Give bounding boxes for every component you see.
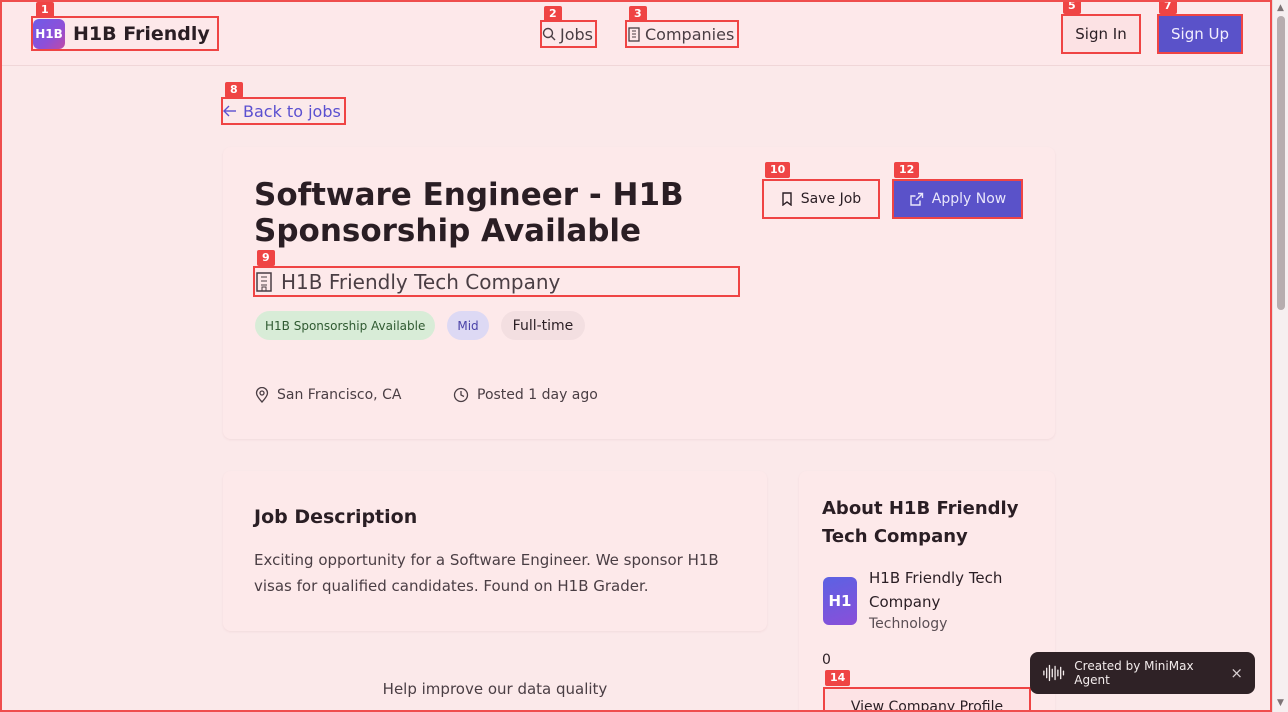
save-job-button[interactable]: Save Job (762, 179, 880, 219)
map-pin-icon (255, 387, 269, 403)
page-scrollbar[interactable]: ▲ ▼ (1272, 0, 1288, 712)
scroll-down-icon[interactable]: ▼ (1277, 698, 1284, 708)
arrow-left-icon (223, 105, 236, 117)
back-to-jobs-label: Back to jobs (243, 101, 341, 121)
sponsorship-tag: H1B Sponsorship Available (255, 311, 436, 340)
level-tag: Mid (447, 311, 489, 340)
external-link-icon (910, 192, 923, 206)
about-heading: About H1B Friendly Tech Company (822, 498, 1019, 547)
employment-type-tag: Full-time (500, 311, 586, 340)
marker-badge: 1 (36, 2, 54, 18)
job-tags: H1B Sponsorship Available Mid Full-time (255, 311, 586, 340)
company-about-card: About H1B Friendly Tech Company H1 H1B F… (799, 471, 1055, 710)
location-text: San Francisco, CA (277, 387, 402, 403)
marker-badge: 10 (765, 162, 791, 178)
waveform-icon (1043, 664, 1065, 682)
company-avatar: H1 (823, 577, 857, 625)
logo-link[interactable]: H1B H1B Friendly (31, 16, 219, 51)
search-icon (542, 27, 556, 41)
nav-jobs-link[interactable]: Jobs (540, 20, 597, 48)
logo-mark: H1B (33, 18, 65, 49)
top-navbar: H1B H1B Friendly 1 Jobs 2 Companies 3 Si… (2, 2, 1270, 66)
marker-badge: 8 (225, 82, 243, 98)
job-title: Software Engineer - H1B Sponsorship Avai… (254, 177, 684, 249)
marker-badge: 14 (825, 670, 851, 686)
scroll-thumb[interactable] (1277, 16, 1285, 310)
description-heading: Job Description (254, 506, 418, 528)
marker-badge: 3 (629, 6, 647, 22)
toast-text: Created by MiniMax Agent (1074, 659, 1194, 687)
company-name-text: H1B Friendly Tech Company (869, 569, 1003, 611)
marker-badge: 2 (544, 6, 562, 22)
clock-icon (453, 387, 469, 403)
company-job-count: 0 (822, 652, 831, 668)
job-description-card: Job Description Exciting opportunity for… (223, 471, 767, 631)
company-industry: Technology (869, 616, 948, 632)
description-text: Exciting opportunity for a Software Engi… (254, 551, 719, 595)
marker-badge: 9 (257, 250, 275, 266)
job-posted-date: Posted 1 day ago (453, 387, 598, 403)
apply-now-button[interactable]: Apply Now (892, 179, 1023, 219)
posted-text: Posted 1 day ago (477, 387, 598, 403)
nav-jobs-label: Jobs (560, 24, 593, 44)
marker-badge: 5 (1063, 2, 1081, 14)
page-viewport: H1B H1B Friendly 1 Jobs 2 Companies 3 Si… (0, 0, 1272, 712)
company-name-link[interactable]: H1B Friendly Tech Company (253, 266, 740, 297)
marker-badge: 7 (1159, 2, 1177, 14)
nav-companies-link[interactable]: Companies (625, 20, 739, 48)
data-quality-prompt: Help improve our data quality (382, 680, 608, 698)
sign-in-button[interactable]: Sign In (1061, 14, 1141, 54)
agent-toast: Created by MiniMax Agent × (1030, 652, 1255, 694)
save-job-label: Save Job (800, 191, 862, 207)
apply-now-label: Apply Now (931, 191, 1007, 207)
logo-text: H1B Friendly (73, 22, 210, 45)
close-icon[interactable]: × (1230, 664, 1243, 682)
back-to-jobs-link[interactable]: Back to jobs (221, 97, 346, 125)
building-icon (256, 271, 272, 292)
building-icon (628, 26, 640, 42)
marker-badge: 12 (894, 162, 920, 178)
job-location: San Francisco, CA (255, 387, 401, 403)
nav-companies-label: Companies (645, 24, 735, 44)
company-name: H1B Friendly Tech Company (281, 269, 561, 294)
sign-up-button[interactable]: Sign Up (1157, 14, 1243, 54)
view-company-profile-button[interactable]: View Company Profile (823, 687, 1031, 710)
bookmark-icon (782, 192, 792, 206)
scroll-up-icon[interactable]: ▲ (1277, 3, 1284, 13)
job-header-card: Software Engineer - H1B Sponsorship Avai… (223, 147, 1055, 439)
